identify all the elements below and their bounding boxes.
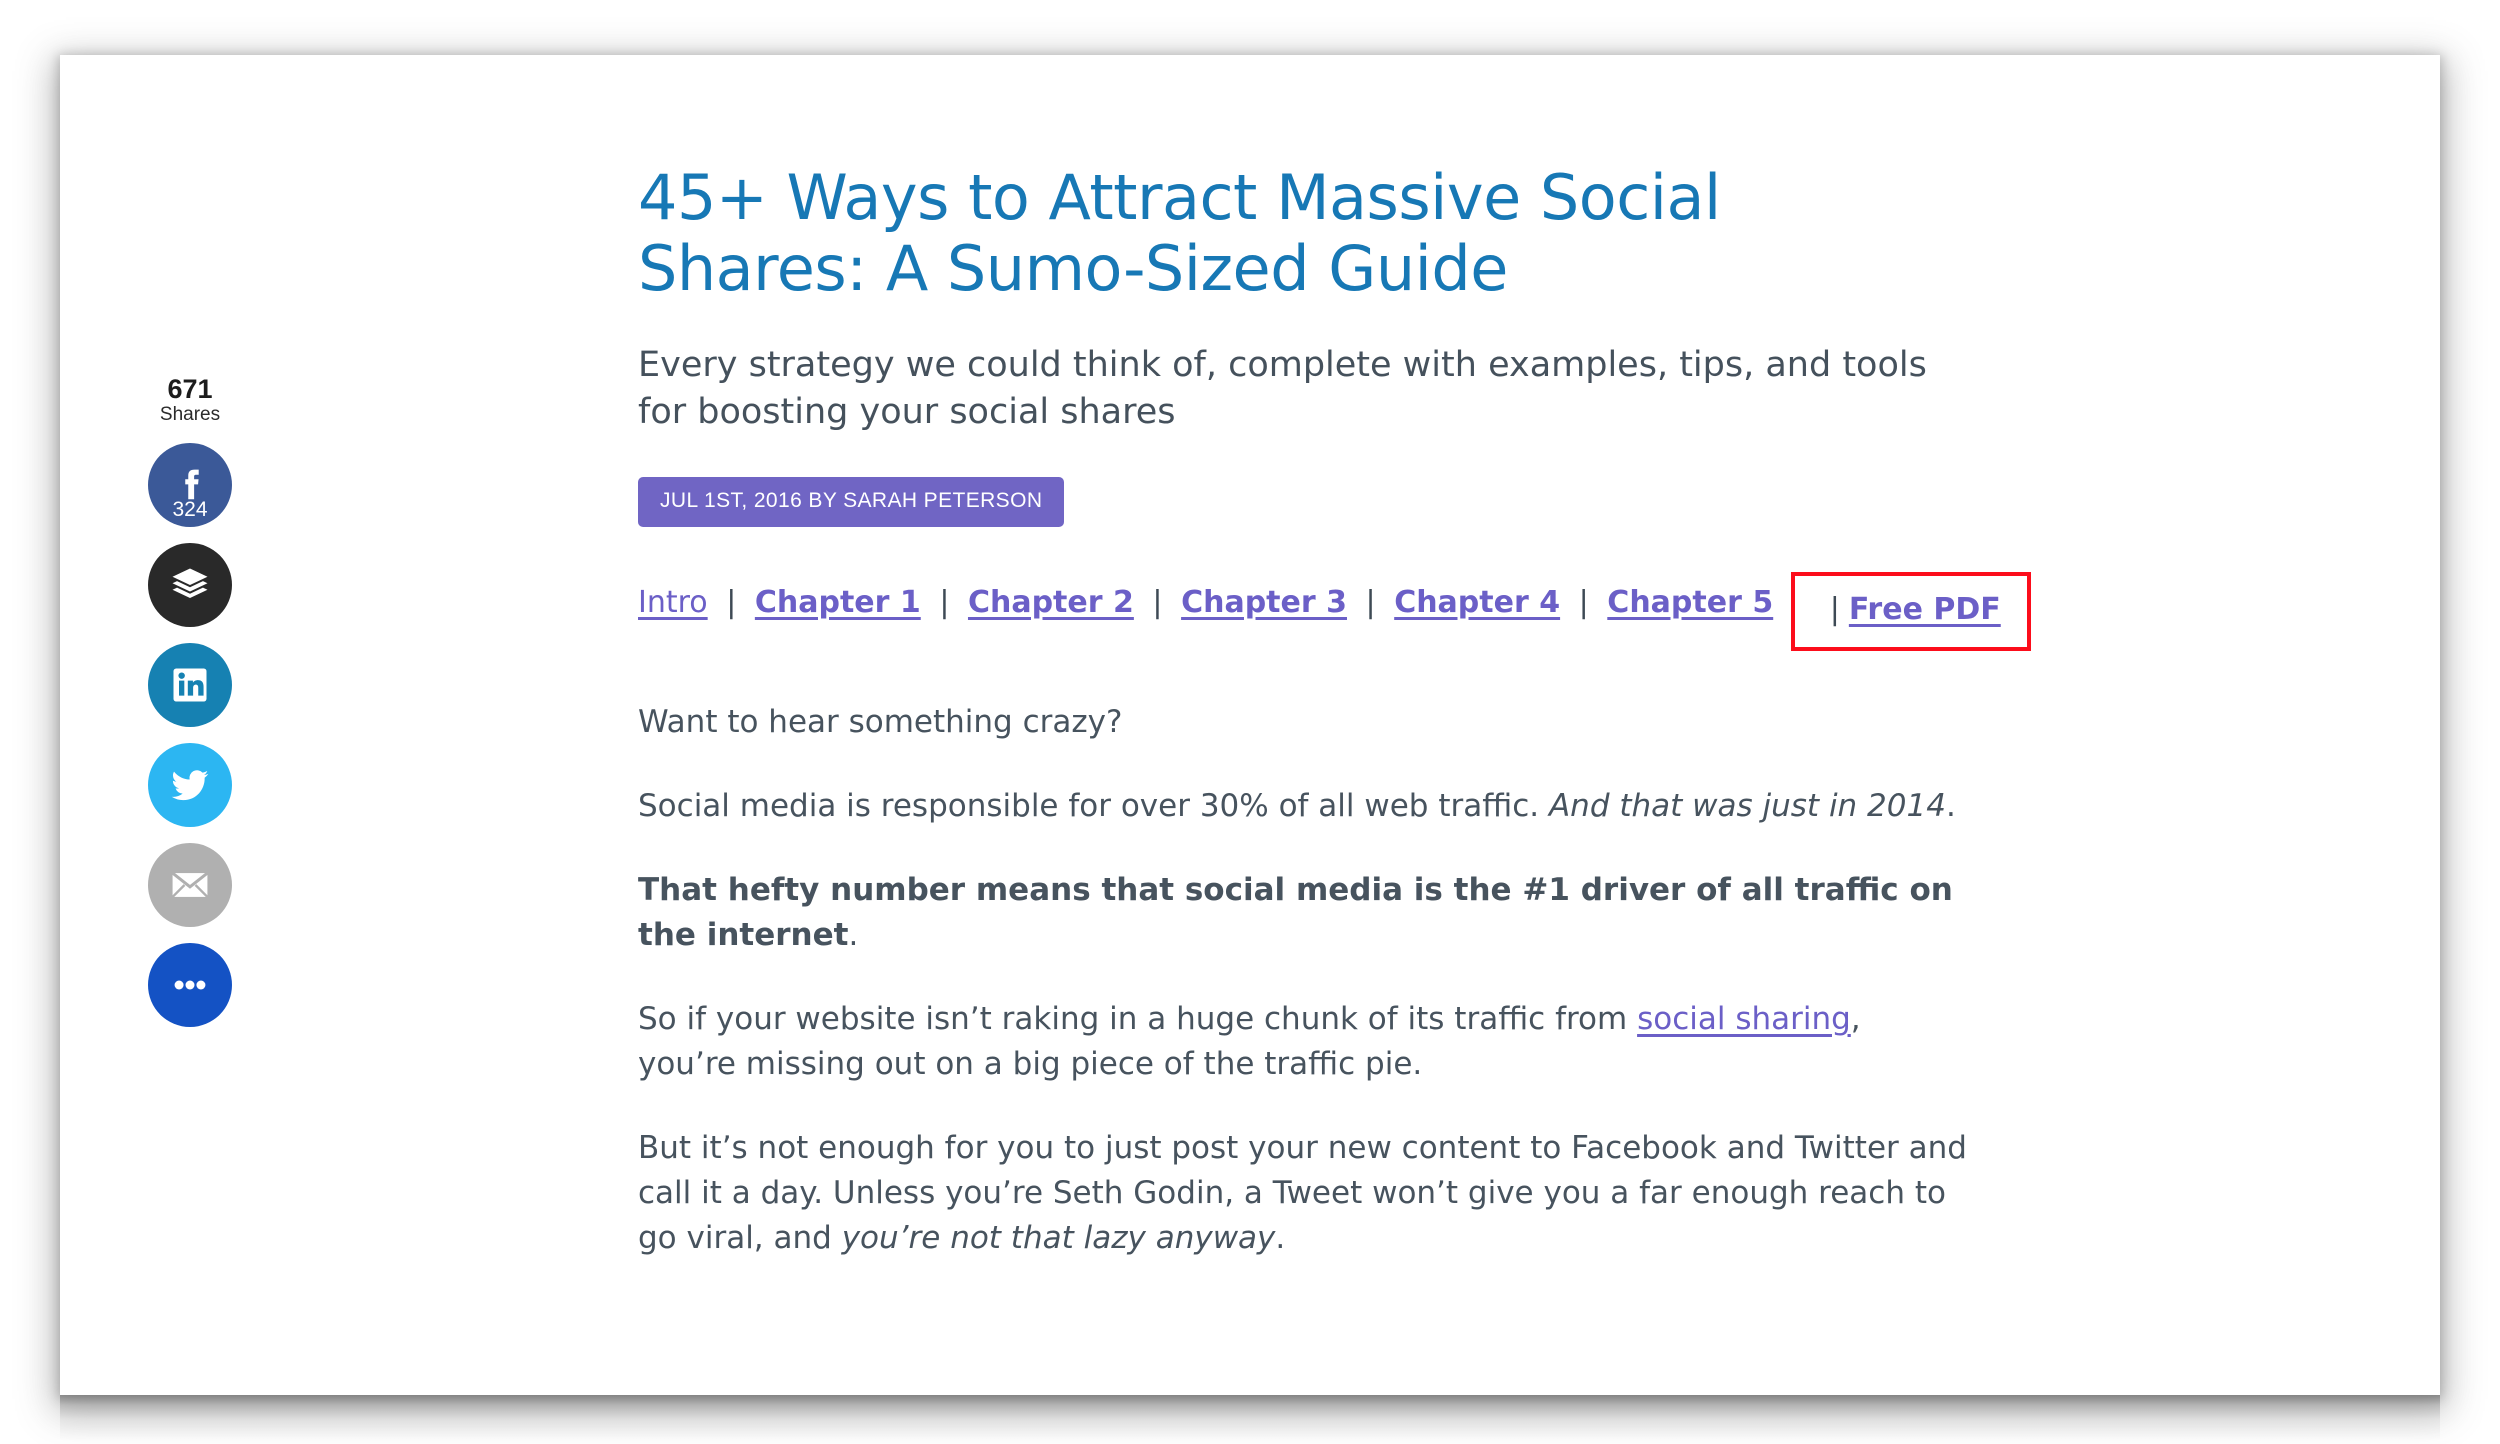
share-count-facebook: 324 [172,498,208,522]
nav-separator: | [1365,584,1376,620]
share-button-linkedin[interactable] [148,643,232,728]
paragraph-3-tail: . [848,917,859,954]
share-button-twitter[interactable] [148,743,232,828]
paragraph-3-strong: That hefty number means that social medi… [638,872,1953,954]
paragraph-2: Social media is responsible for over 30%… [638,784,1968,829]
paragraph-1: Want to hear something crazy? [638,704,1123,741]
page-title: 45+ Ways to Attract Massive Social Share… [638,161,1721,305]
nav-separator: | [726,584,737,620]
buffer-icon [169,564,211,606]
page-subtitle: Every strategy we could think of, comple… [638,345,1927,432]
article-body: Want to hear something crazy? Social med… [638,700,1968,1260]
post-meta-badge[interactable]: JUL 1ST, 2016 BY SARAH PETERSON [638,476,1065,527]
paragraph-5-start: But it’s not enough for you to just post… [638,1129,1967,1256]
share-button-more[interactable] [148,943,232,1028]
nav-link-free-pdf[interactable]: Free PDF [1849,592,2001,627]
twitter-icon [168,763,212,807]
nav-link-intro[interactable]: Intro [638,585,708,620]
chapter-navigation: Intro | Chapter 1 | Chapter 2 | Chapter … [638,565,2031,652]
paragraph-2-emphasis: And that was just in 2014 [1548,788,1946,825]
paragraph-3: That hefty number means that social medi… [638,868,1968,958]
more-options-icon [167,962,213,1008]
paragraph-4-start: So if your website isn’t raking in a hug… [638,1000,1638,1037]
nav-link-chapter-2[interactable]: Chapter 2 [968,585,1134,620]
paragraph-5-end: . [1275,1219,1286,1256]
screenshot-root: 671 Shares 324 45+ Ways to Attract Massi… [0,0,2500,1444]
article-page-card: 671 Shares 324 45+ Ways to Attract Massi… [60,55,2440,1395]
share-button-facebook[interactable]: 324 [148,443,232,528]
nav-link-chapter-4[interactable]: Chapter 4 [1394,585,1560,620]
free-pdf-highlight-box: | Free PDF [1790,571,2031,652]
paragraph-2-text: Social media is responsible for over 30%… [638,788,1549,825]
share-button-email[interactable] [148,843,232,928]
paragraph-5: But it’s not enough for you to just post… [638,1126,1968,1261]
nav-separator: | [939,584,950,620]
nav-link-chapter-1[interactable]: Chapter 1 [755,585,921,620]
viewport-bottom-fade [60,1395,2440,1444]
share-total-label: Shares [159,404,221,426]
paragraph-2-tail: . [1945,788,1956,825]
linkedin-icon [168,663,212,707]
article-content: 45+ Ways to Attract Massive Social Share… [638,161,2031,1300]
nav-link-chapter-5[interactable]: Chapter 5 [1607,585,1773,620]
share-total-count: 671 [167,374,213,404]
social-share-rail: 671 Shares 324 [110,374,270,1028]
nav-separator: | [1152,584,1163,620]
share-button-buffer[interactable] [148,543,232,628]
link-social-sharing[interactable]: social sharing [1637,1001,1851,1037]
nav-link-chapter-3[interactable]: Chapter 3 [1181,585,1347,620]
paragraph-4: So if your website isn’t raking in a hug… [638,997,1968,1087]
paragraph-5-emphasis: you’re not that lazy anyway [841,1219,1276,1256]
nav-separator: | [1829,591,1840,627]
nav-separator: | [1578,584,1589,620]
email-icon [168,863,212,907]
